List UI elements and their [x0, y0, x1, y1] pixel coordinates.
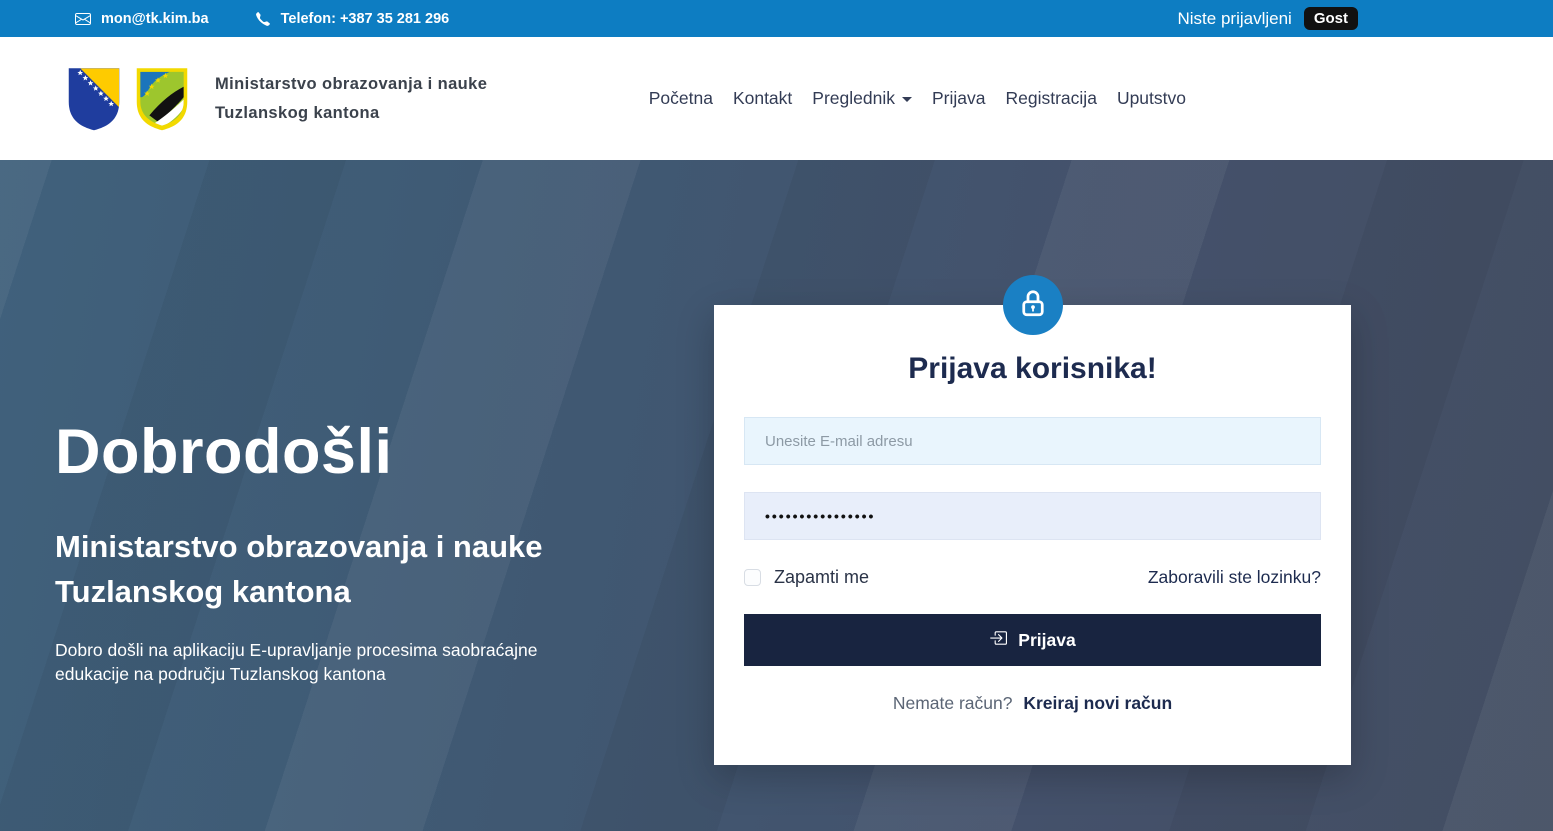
main-nav: Početna Kontakt Preglednik Prijava Regis… — [649, 88, 1186, 109]
hero-copy: Dobrodošli Ministarstvo obrazovanja i na… — [55, 416, 635, 686]
logo-group[interactable]: Ministarstvo obrazovanja i nauke Tuzlans… — [65, 66, 487, 132]
topbar-contacts: mon@tk.kim.ba Telefon: +387 35 281 296 — [75, 11, 449, 27]
topbar-email-text: mon@tk.kim.ba — [101, 11, 209, 27]
org-title-line2: Tuzlanskog kantona — [215, 99, 487, 128]
topbar-phone[interactable]: Telefon: +387 35 281 296 — [255, 11, 450, 27]
signup-row: Nemate račun? Kreiraj novi račun — [744, 693, 1321, 714]
create-account-link[interactable]: Kreiraj novi račun — [1023, 693, 1172, 713]
nav-label: Preglednik — [812, 88, 895, 109]
nav-label: Početna — [649, 88, 713, 109]
login-button-label: Prijava — [1018, 630, 1075, 651]
hero-subtitle: Ministarstvo obrazovanja i nauke Tuzlans… — [55, 524, 635, 614]
chevron-down-icon — [902, 97, 912, 102]
nav-item-registracija[interactable]: Registracija — [1006, 88, 1097, 109]
hero-title: Dobrodošli — [55, 416, 635, 488]
nav-label: Registracija — [1006, 88, 1097, 109]
bih-coat-of-arms-logo — [65, 66, 123, 132]
no-account-text: Nemate račun? — [893, 693, 1013, 713]
hero-section: Dobrodošli Ministarstvo obrazovanja i na… — [0, 160, 1553, 831]
hero-description: Dobro došli na aplikaciju E-upravljanje … — [55, 638, 575, 686]
nav-label: Prijava — [932, 88, 986, 109]
lock-icon — [1018, 288, 1048, 323]
login-button[interactable]: Prijava — [744, 614, 1321, 666]
guest-badge: Gost — [1304, 7, 1358, 30]
nav-item-uputstvo[interactable]: Uputstvo — [1117, 88, 1186, 109]
login-card: Prijava korisnika! Zapamti me Zaboravili… — [714, 305, 1351, 765]
topbar: mon@tk.kim.ba Telefon: +387 35 281 296 N… — [0, 0, 1553, 37]
remember-me-group[interactable]: Zapamti me — [744, 567, 869, 588]
topbar-session: Niste prijavljeni Gost — [1178, 7, 1359, 30]
phone-icon — [255, 11, 271, 27]
nav-label: Kontakt — [733, 88, 792, 109]
options-row: Zapamti me Zaboravili ste lozinku? — [744, 567, 1321, 588]
nav-item-preglednik[interactable]: Preglednik — [812, 88, 912, 109]
forgot-password-link[interactable]: Zaboravili ste lozinku? — [1148, 567, 1321, 588]
lock-badge — [1003, 275, 1063, 335]
topbar-phone-text: Telefon: +387 35 281 296 — [281, 11, 450, 27]
org-title: Ministarstvo obrazovanja i nauke Tuzlans… — [215, 70, 487, 128]
nav-label: Uputstvo — [1117, 88, 1186, 109]
org-title-line1: Ministarstvo obrazovanja i nauke — [215, 70, 487, 99]
password-input[interactable] — [744, 492, 1321, 540]
envelope-icon — [75, 11, 91, 27]
nav-item-prijava[interactable]: Prijava — [932, 88, 986, 109]
login-title: Prijava korisnika! — [744, 352, 1321, 386]
login-arrow-icon — [989, 629, 1007, 652]
nav-item-kontakt[interactable]: Kontakt — [733, 88, 792, 109]
nav-item-pocetna[interactable]: Početna — [649, 88, 713, 109]
email-input[interactable] — [744, 417, 1321, 465]
remember-me-checkbox[interactable] — [744, 569, 761, 586]
topbar-email[interactable]: mon@tk.kim.ba — [75, 11, 209, 27]
login-status-text: Niste prijavljeni — [1178, 9, 1292, 29]
tuzla-canton-coat-of-arms-logo — [133, 66, 191, 132]
site-header: Ministarstvo obrazovanja i nauke Tuzlans… — [0, 37, 1553, 160]
remember-me-label: Zapamti me — [774, 567, 869, 588]
